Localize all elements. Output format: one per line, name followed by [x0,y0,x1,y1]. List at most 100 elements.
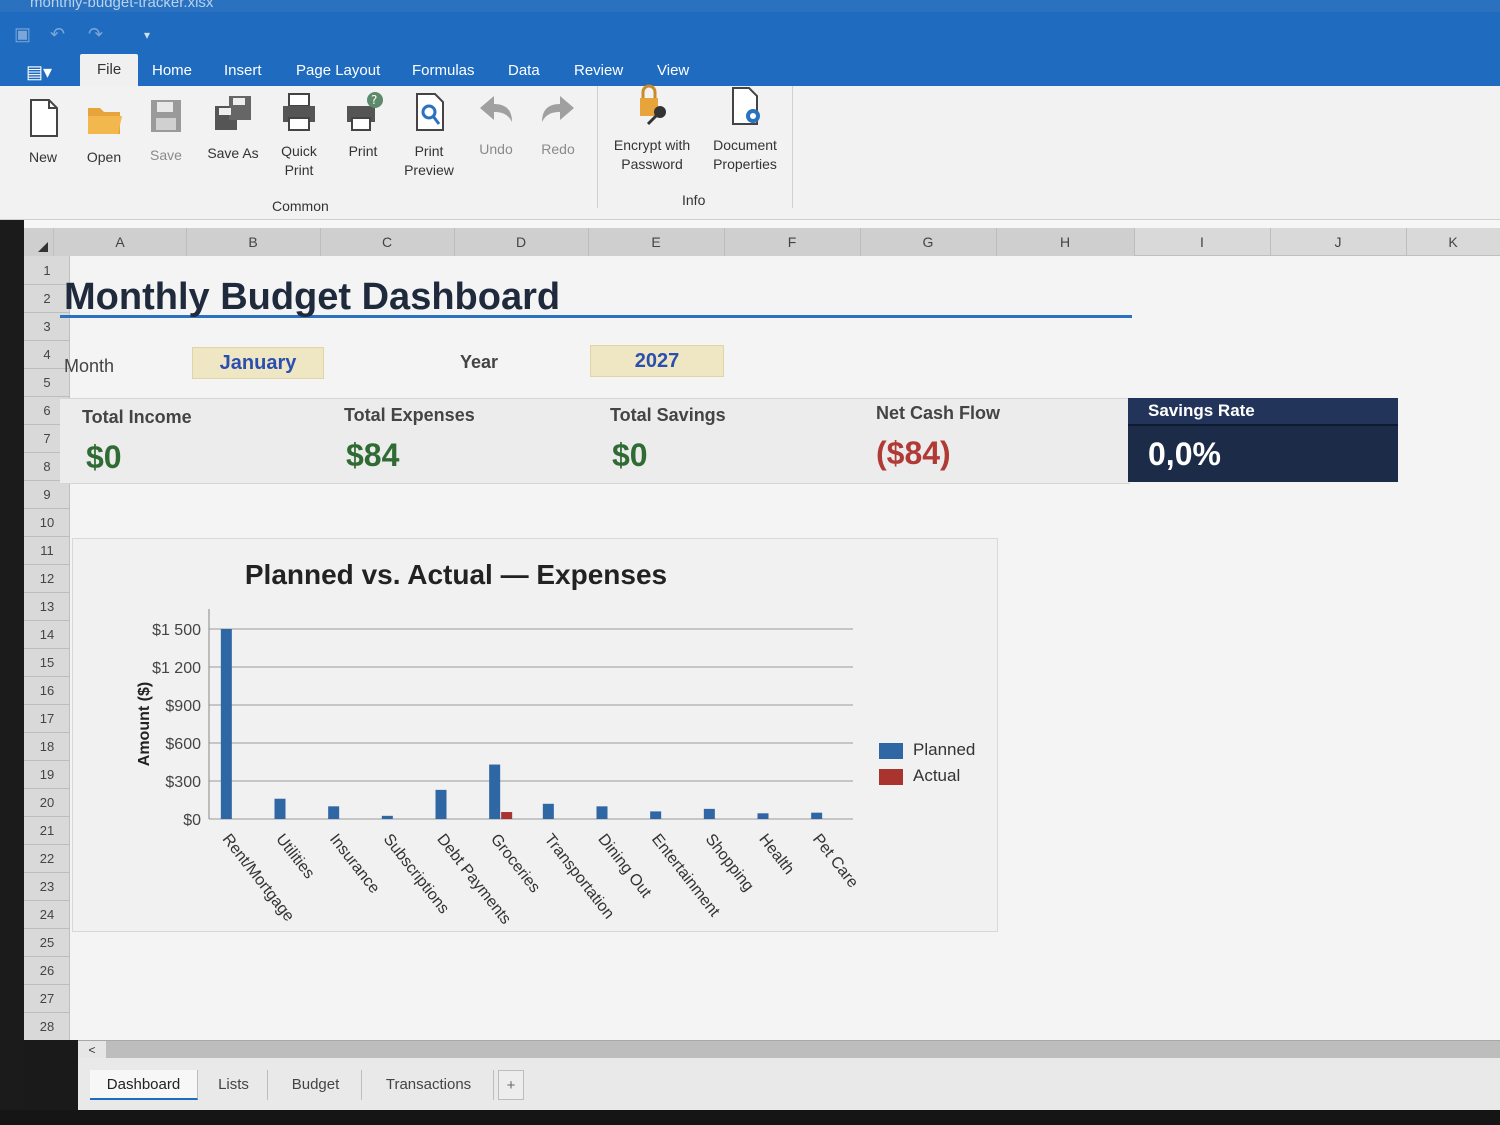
y-tick-label: $600 [165,736,201,753]
customize-dropdown-icon[interactable]: ▾ [144,28,150,42]
kpi-label-total-savings: Total Savings [610,405,726,425]
year-select[interactable]: 2027 [590,345,724,377]
month-select[interactable]: January [192,347,324,379]
row-header-24[interactable]: 24 [24,907,70,922]
sheet-tab-transactions[interactable]: Transactions [364,1070,494,1100]
month-label: Month [64,356,115,376]
row-header-14[interactable]: 14 [24,627,70,642]
row-header-12[interactable]: 12 [24,571,70,586]
bar-planned-4 [435,789,447,819]
row-header-5[interactable]: 5 [24,375,70,390]
bar-planned-2 [328,806,340,819]
x-tick-label: Health [755,831,797,878]
bar-planned-9 [703,808,715,819]
save-button[interactable]: Save [140,94,192,165]
row-divider [24,900,70,901]
horizontal-scrollbar[interactable]: < [78,1040,1500,1059]
kpi-value-total-savings: $0 [612,437,648,473]
row-header-9[interactable]: 9 [24,487,70,502]
row-header-17[interactable]: 17 [24,711,70,726]
save-icon[interactable]: ▣ [14,24,31,45]
svg-text:?: ? [371,93,377,107]
print-icon: ? [347,92,383,131]
tab-data[interactable]: Data [502,62,546,79]
column-header-a[interactable]: A [54,234,186,250]
row-header-28[interactable]: 28 [24,1019,70,1034]
tab-review[interactable]: Review [568,62,629,79]
row-header-18[interactable]: 18 [24,739,70,754]
column-header-e[interactable]: E [588,234,724,250]
column-header-d[interactable]: D [454,234,588,250]
tab-insert[interactable]: Insert [218,62,268,79]
add-sheet-button[interactable]: + [498,1070,524,1100]
bar-actual-5 [501,812,513,819]
column-header-i[interactable]: I [1134,234,1270,250]
row-header-22[interactable]: 22 [24,851,70,866]
savings-rate-label: Savings Rate [1148,401,1255,420]
row-header-13[interactable]: 13 [24,599,70,614]
redo-icon[interactable]: ↷ [88,24,103,45]
row-divider [24,648,70,649]
row-header-23[interactable]: 23 [24,879,70,894]
undo-icon[interactable]: ↶ [50,24,65,45]
worksheet[interactable]: A B C D E F G H I J K 1 2 3 4 5 6 7 8 9 10 11 12 13 1… [24,228,1500,1040]
row-header-21[interactable]: 21 [24,823,70,838]
tab-page-layout[interactable]: Page Layout [290,62,386,79]
column-header-b[interactable]: B [186,234,320,250]
column-header-h[interactable]: H [996,234,1134,250]
tab-formulas[interactable]: Formulas [406,62,481,79]
row-header-10[interactable]: 10 [24,515,70,530]
column-header-c[interactable]: C [320,234,454,250]
row-header-15[interactable]: 15 [24,655,70,670]
row-header-26[interactable]: 26 [24,963,70,978]
row-divider [24,536,70,537]
quick-print-button[interactable]: Quick Print [270,90,328,180]
open-button[interactable]: Open [78,96,130,167]
row-header-3[interactable]: 3 [24,319,70,334]
kpi-label-total-expenses: Total Expenses [344,405,475,425]
print-preview-button[interactable]: Print Preview [396,90,462,180]
x-tick-label: Pet Care [809,831,861,891]
row-header-16[interactable]: 16 [24,683,70,698]
sheet-tab-dashboard[interactable]: Dashboard [90,1070,198,1100]
column-header-k[interactable]: K [1406,234,1500,250]
row-header-27[interactable]: 27 [24,991,70,1006]
row-divider [24,732,70,733]
row-divider [24,340,70,341]
expenses-chart[interactable]: Planned vs. Actual — Expenses Amount ($)… [72,538,998,932]
sheet-tab-lists[interactable]: Lists [200,1070,268,1100]
save-as-button[interactable]: Save As [202,92,264,163]
document-properties-button[interactable]: Document Properties [704,84,786,174]
undo-button[interactable]: Undo [470,88,522,159]
column-header-f[interactable]: F [724,234,860,250]
row-header-20[interactable]: 20 [24,795,70,810]
dashboard-title-cell[interactable]: Monthly Budget Dashboard [60,260,1132,318]
bar-planned-11 [811,812,823,819]
y-tick-label: $1 200 [152,660,201,677]
y-axis-label: Amount ($) [136,682,153,766]
encrypt-with-password-button[interactable]: New Encrypt with Password [606,84,698,174]
tab-file[interactable]: File [80,54,139,86]
new-button[interactable]: New [18,96,68,167]
quick-print-icon [283,93,315,131]
row-header-11[interactable]: 11 [24,543,70,558]
scroll-left-icon[interactable]: < [78,1041,106,1059]
app-menu-icon[interactable]: ▤▾ [26,62,56,84]
print-button[interactable]: ? Print [334,90,392,161]
kpi-label-total-income: Total Income [82,407,192,427]
column-header-j[interactable]: J [1270,234,1406,250]
row-header-25[interactable]: 25 [24,935,70,950]
savings-rate-card: Savings Rate 0,0% [1128,398,1398,482]
kpi-band: Total Income $0 Total Expenses $84 Total… [60,398,1130,484]
row-header-19[interactable]: 19 [24,767,70,782]
redo-button[interactable]: Redo [532,88,584,159]
select-all-button[interactable] [24,228,54,256]
print-preview-icon [416,93,444,131]
kpi-value-net-cash-flow: ($84) [876,435,951,471]
chart-legend: Planned Actual [879,739,975,791]
row-divider [24,844,70,845]
column-header-g[interactable]: G [860,234,996,250]
tab-view[interactable]: View [651,62,695,79]
sheet-tab-budget[interactable]: Budget [270,1070,362,1100]
tab-home[interactable]: Home [146,62,198,79]
